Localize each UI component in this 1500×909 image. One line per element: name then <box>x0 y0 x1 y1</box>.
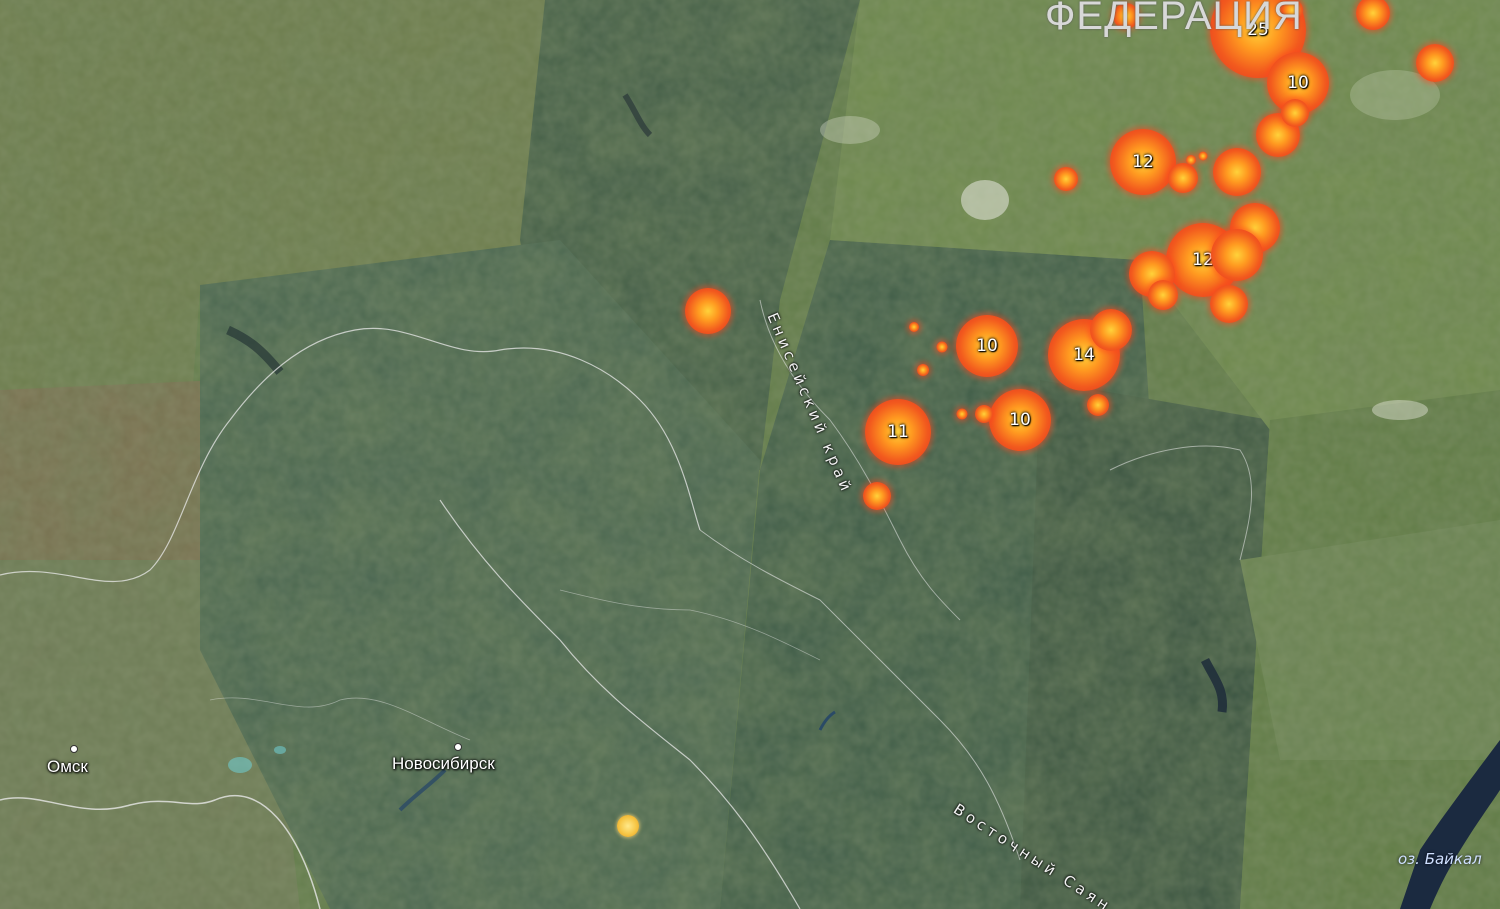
fire-hotspot-marker[interactable] <box>685 288 731 334</box>
fire-hotspot-marker[interactable] <box>1211 229 1263 281</box>
fire-hotspot-marker[interactable] <box>936 341 948 353</box>
fire-cluster-count: 14 <box>1073 345 1095 365</box>
fire-cluster-count: 10 <box>976 336 998 356</box>
fire-cluster-count: 11 <box>887 422 909 442</box>
city-dot-omsk <box>70 745 78 753</box>
fire-hotspot-marker[interactable] <box>1210 285 1248 323</box>
fire-hotspot-marker[interactable] <box>1213 148 1261 196</box>
fire-hotspot-marker[interactable] <box>1416 44 1454 82</box>
fire-hotspot-marker[interactable] <box>1168 163 1198 193</box>
country-label: ФЕДЕРАЦИЯ <box>1045 0 1303 38</box>
fire-hotspot-marker[interactable] <box>975 405 993 423</box>
fire-cluster-marker[interactable]: 12 <box>1110 129 1176 195</box>
hotspot-marker-yellow[interactable] <box>617 815 639 837</box>
fire-hotspot-marker[interactable] <box>1281 99 1309 127</box>
fire-hotspot-marker[interactable] <box>956 408 968 420</box>
fire-hotspot-marker[interactable] <box>1090 309 1132 351</box>
fire-cluster-marker[interactable]: 10 <box>956 315 1018 377</box>
fire-hotspot-marker[interactable] <box>909 322 919 332</box>
lake-label-baikal: оз. Байкал <box>1398 850 1482 868</box>
fire-cluster-marker[interactable]: 11 <box>865 399 931 465</box>
fire-hotspot-marker[interactable] <box>917 364 929 376</box>
fire-cluster-count: 12 <box>1132 152 1154 172</box>
fire-cluster-count: 10 <box>1287 73 1309 93</box>
satellite-map[interactable]: 25 10 12 12 10 14 11 10 ФЕДЕРАЦИЯ Омск Н… <box>0 0 1500 909</box>
city-label-omsk[interactable]: Омск <box>47 757 88 777</box>
fire-hotspot-marker[interactable] <box>1148 280 1178 310</box>
fire-hotspot-marker[interactable] <box>1186 155 1196 165</box>
city-label-novosibirsk[interactable]: Новосибирск <box>392 754 495 774</box>
fire-cluster-count: 10 <box>1009 410 1031 430</box>
fire-hotspot-marker[interactable] <box>863 482 891 510</box>
fire-cluster-marker[interactable]: 10 <box>989 389 1051 451</box>
fire-hotspot-marker[interactable] <box>1198 151 1208 161</box>
fire-hotspot-marker[interactable] <box>1087 394 1109 416</box>
fire-hotspot-marker[interactable] <box>1054 167 1078 191</box>
city-dot-novosibirsk <box>454 743 462 751</box>
